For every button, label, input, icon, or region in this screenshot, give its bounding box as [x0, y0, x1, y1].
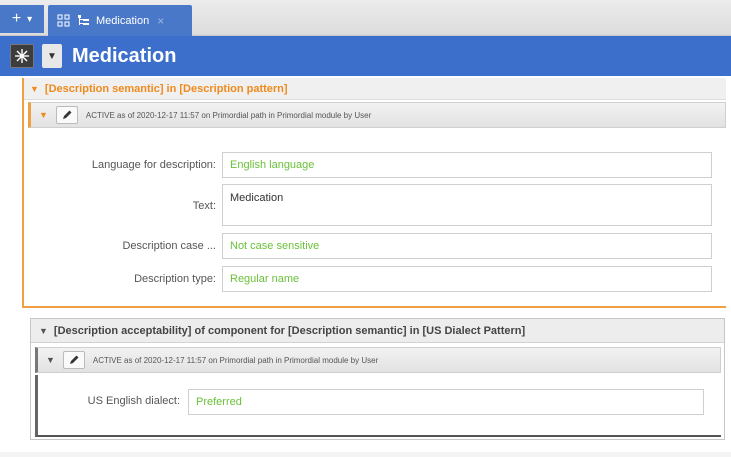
tree-view-icon [76, 14, 90, 28]
tab-medication[interactable]: Medication × [48, 5, 192, 36]
version-text: ACTIVE as of 2020-12-17 11:57 on Primord… [85, 110, 372, 120]
tab-controls[interactable]: + ▾ [0, 5, 44, 33]
tab-menu-icon[interactable]: ▾ [27, 14, 32, 25]
description-type-label: Description type: [134, 273, 216, 285]
version-row: ▼ ACTIVE as of 2020-12-17 11:57 on Primo… [28, 102, 726, 128]
add-tab-icon[interactable]: + [12, 11, 21, 27]
description-semantic-section: ▼ [Description semantic] in [Description… [22, 78, 726, 307]
description-case-label: Description case ... [122, 240, 216, 252]
bottom-strip [0, 452, 731, 457]
concept-title-bar: ▼ Medication [0, 36, 731, 76]
section-header[interactable]: ▼ [Description acceptability] of compone… [31, 319, 724, 343]
pencil-icon [69, 355, 79, 364]
concept-graph-icon [56, 14, 70, 28]
text-field[interactable]: Medication [222, 184, 712, 226]
pencil-icon [62, 110, 72, 119]
dialect-field[interactable]: Preferred [188, 389, 704, 415]
dialect-label: US English dialect: [87, 395, 180, 407]
collapse-triangle-icon[interactable]: ▼ [30, 84, 39, 94]
chevron-down-icon[interactable]: ▼ [42, 44, 62, 68]
page-title: Medication [72, 44, 177, 67]
acceptability-body: US English dialect: Preferred [35, 375, 721, 437]
collapse-triangle-icon[interactable]: ▼ [39, 326, 48, 336]
tab-label: Medication [96, 14, 150, 27]
language-field[interactable]: English language [222, 152, 712, 178]
section-title: [Description acceptability] of component… [53, 324, 526, 337]
section-divider [22, 306, 726, 308]
text-label: Text: [192, 200, 216, 212]
expand-version-icon[interactable]: ▼ [39, 110, 48, 120]
close-tab-icon[interactable]: × [157, 14, 164, 28]
language-label: Language for description: [91, 159, 216, 171]
edit-button[interactable] [62, 351, 85, 369]
version-text: ACTIVE as of 2020-12-17 11:57 on Primord… [92, 355, 379, 365]
edit-button[interactable] [55, 106, 78, 124]
version-row: ▼ ACTIVE as of 2020-12-17 11:57 on Primo… [35, 347, 721, 373]
section-header[interactable]: ▼ [Description semantic] in [Description… [24, 78, 726, 100]
description-case-field[interactable]: Not case sensitive [222, 233, 712, 259]
snowflake-icon[interactable] [10, 44, 34, 68]
description-acceptability-section: ▼ [Description acceptability] of compone… [30, 318, 725, 440]
expand-version-icon[interactable]: ▼ [46, 355, 55, 365]
section-title: [Description semantic] in [Description p… [44, 82, 288, 95]
tab-strip: + ▾ Medication × [0, 0, 731, 36]
description-type-field[interactable]: Regular name [222, 266, 712, 292]
